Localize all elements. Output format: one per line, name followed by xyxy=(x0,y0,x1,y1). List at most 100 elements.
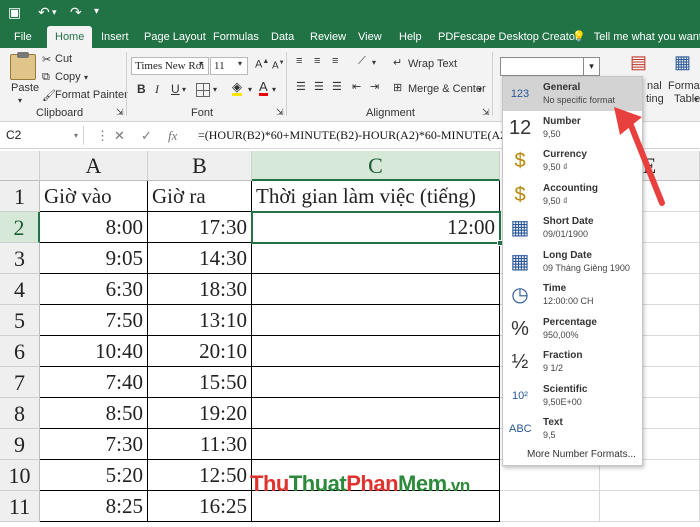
grow-font-icon[interactable]: A▲ xyxy=(255,58,269,71)
cell-a4[interactable]: 6:30 xyxy=(40,274,148,305)
cell-b10[interactable]: 12:50 xyxy=(148,460,252,491)
tab-insert[interactable]: Insert xyxy=(101,26,129,48)
select-all-corner[interactable] xyxy=(0,151,40,181)
tab-formulas[interactable]: Formulas xyxy=(213,26,259,48)
cell-b9[interactable]: 11:30 xyxy=(148,429,252,460)
cell-c4[interactable] xyxy=(252,274,500,305)
format-as-table-icon[interactable]: ▦ xyxy=(674,52,691,73)
row-header[interactable]: 10 xyxy=(0,460,40,491)
tab-review[interactable]: Review xyxy=(310,26,346,48)
number-format-option-short-date[interactable]: ▦ Short Date 09/01/1900 xyxy=(503,211,642,245)
tab-data[interactable]: Data xyxy=(271,26,294,48)
paste-dropdown-icon[interactable]: ▾ xyxy=(18,96,22,105)
cell-a7[interactable]: 7:40 xyxy=(40,367,148,398)
font-size-input[interactable]: 11 xyxy=(210,57,248,75)
name-box-dropdown-icon[interactable]: ▾ xyxy=(74,131,78,140)
number-format-option-fraction[interactable]: ½ Fraction 9 1/2 xyxy=(503,345,642,379)
table-dropdown-icon[interactable]: ▾ xyxy=(694,95,698,104)
cell-a5[interactable]: 7:50 xyxy=(40,305,148,336)
merge-center-button[interactable]: Merge & Center xyxy=(408,83,486,95)
row-header[interactable]: 8 xyxy=(0,398,40,429)
cell-b7[interactable]: 15:50 xyxy=(148,367,252,398)
paste-button[interactable]: Paste xyxy=(11,82,39,94)
align-bottom-icon[interactable]: ≡ xyxy=(332,55,338,67)
more-number-formats-link[interactable]: More Number Formats... xyxy=(527,449,636,460)
cell-a9[interactable]: 7:30 xyxy=(40,429,148,460)
copy-dropdown-icon[interactable]: ▾ xyxy=(84,73,88,82)
cell-c9[interactable] xyxy=(252,429,500,460)
font-name-input[interactable]: Times New Roi xyxy=(131,57,209,75)
underline-button[interactable]: U xyxy=(171,82,180,96)
alignment-launcher-icon[interactable]: ⇲ xyxy=(482,107,490,118)
align-right-icon[interactable]: ☰ xyxy=(332,80,342,93)
cell-b4[interactable]: 18:30 xyxy=(148,274,252,305)
align-center-icon[interactable]: ☰ xyxy=(314,80,324,93)
cell-b5[interactable]: 13:10 xyxy=(148,305,252,336)
row-header[interactable]: 3 xyxy=(0,243,40,274)
name-box[interactable]: C2 xyxy=(0,126,84,145)
cell-a6[interactable]: 10:40 xyxy=(40,336,148,367)
undo-dropdown-icon[interactable]: ▾ xyxy=(52,7,57,18)
save-icon[interactable]: ▣ xyxy=(8,4,21,21)
cut-button[interactable]: Cut xyxy=(55,53,72,65)
number-format-option-scientific[interactable]: 10² Scientific 9,50E+00 xyxy=(503,379,642,413)
merge-dropdown-icon[interactable]: ▾ xyxy=(478,85,482,94)
cell-c8[interactable] xyxy=(252,398,500,429)
copy-button[interactable]: Copy xyxy=(55,71,81,83)
column-header-b[interactable]: B xyxy=(148,151,252,181)
row-header[interactable]: 7 xyxy=(0,367,40,398)
borders-icon[interactable] xyxy=(196,83,210,97)
confirm-entry-button[interactable]: ✓ xyxy=(141,128,152,144)
font-size-dropdown-icon[interactable]: ▾ xyxy=(238,59,242,68)
cell-a11[interactable]: 8:25 xyxy=(40,491,148,522)
increase-indent-icon[interactable]: ⇥ xyxy=(370,80,379,93)
paste-icon[interactable] xyxy=(10,52,36,80)
row-header[interactable]: 9 xyxy=(0,429,40,460)
format-as-table-label[interactable]: Format xyxy=(668,80,700,92)
number-format-dropdown-icon[interactable]: ▾ xyxy=(583,58,599,75)
cell-e11[interactable] xyxy=(600,491,700,522)
underline-dropdown-icon[interactable]: ▾ xyxy=(182,85,186,94)
cell-a1[interactable]: Giờ vào xyxy=(40,181,148,212)
tab-pdfescape[interactable]: PDFescape Desktop Creator xyxy=(438,26,579,48)
cell-b8[interactable]: 19:20 xyxy=(148,398,252,429)
cell-c6[interactable] xyxy=(252,336,500,367)
align-left-icon[interactable]: ☰ xyxy=(296,80,306,93)
cell-c5[interactable] xyxy=(252,305,500,336)
font-name-dropdown-icon[interactable]: ▾ xyxy=(199,59,203,68)
formula-input[interactable]: =(HOUR(B2)*60+MINUTE(B2)-HOUR(A2)*60-MIN… xyxy=(198,128,517,143)
tab-help[interactable]: Help xyxy=(399,26,422,48)
cell-a10[interactable]: 5:20 xyxy=(40,460,148,491)
shrink-font-icon[interactable]: A▼ xyxy=(272,60,285,71)
number-format-combobox[interactable]: ▾ xyxy=(500,57,600,76)
redo-icon[interactable]: ↷ xyxy=(70,4,82,21)
cell-b1[interactable]: Giờ ra xyxy=(148,181,252,212)
tab-view[interactable]: View xyxy=(358,26,382,48)
clipboard-launcher-icon[interactable]: ⇲ xyxy=(116,107,124,118)
cell-b3[interactable]: 14:30 xyxy=(148,243,252,274)
row-header[interactable]: 4 xyxy=(0,274,40,305)
orientation-icon[interactable]: ⟋ xyxy=(358,55,366,68)
orientation-dropdown-icon[interactable]: ▾ xyxy=(372,58,376,67)
row-header[interactable]: 11 xyxy=(0,491,40,522)
font-color-dropdown-icon[interactable]: ▾ xyxy=(272,85,276,94)
customize-qat-icon[interactable]: ▾ xyxy=(94,6,99,17)
cell-b2[interactable]: 17:30 xyxy=(148,212,252,243)
row-header[interactable]: 1 xyxy=(0,181,40,212)
cell-a8[interactable]: 8:50 xyxy=(40,398,148,429)
row-header[interactable]: 6 xyxy=(0,336,40,367)
cell-a2[interactable]: 8:00 xyxy=(40,212,148,243)
number-format-option-time[interactable]: ◷ Time 12:00:00 CH xyxy=(503,278,642,312)
cell-b6[interactable]: 20:10 xyxy=(148,336,252,367)
cell-b11[interactable]: 16:25 xyxy=(148,491,252,522)
tab-home[interactable]: Home xyxy=(47,26,93,48)
cancel-entry-button[interactable]: ✕ xyxy=(114,128,125,144)
column-header-a[interactable]: A xyxy=(40,151,148,181)
bold-button[interactable]: B xyxy=(137,82,146,96)
cell-c2[interactable]: 12:00 xyxy=(252,212,500,243)
tab-file[interactable]: File xyxy=(14,26,32,48)
font-color-icon[interactable]: A xyxy=(259,80,268,96)
borders-dropdown-icon[interactable]: ▾ xyxy=(213,85,217,94)
conditional-formatting-icon[interactable]: ▤ xyxy=(630,52,647,73)
column-header-c[interactable]: C xyxy=(252,151,500,181)
